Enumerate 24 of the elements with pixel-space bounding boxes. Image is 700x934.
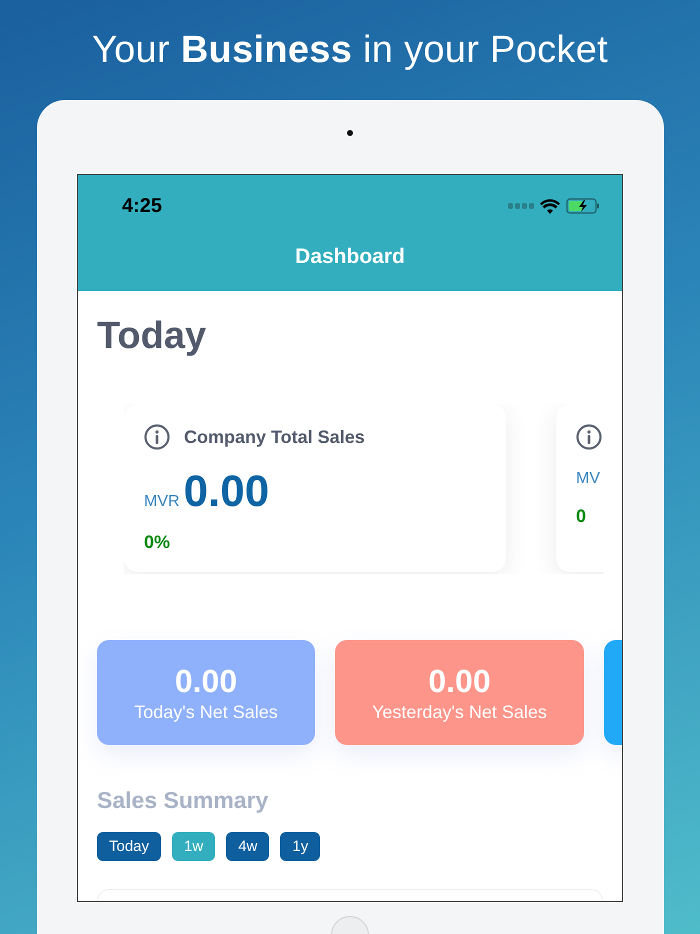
amount-value: 0.00 [184,470,270,514]
tile-label: Today's Net Sales [134,702,278,722]
battery-icon [566,198,600,214]
tile-label: Yesterday's Net Sales [372,702,547,722]
tile-value: 0.00 [174,662,238,700]
info-icon[interactable] [576,424,602,450]
screen-title: Dashboard [294,245,406,269]
section-title: Today [97,315,208,358]
headline: Your Business in your Pocket [92,28,608,73]
tile-value: 0.00 [428,662,491,700]
period-tab[interactable]: 1y [280,832,320,861]
change-percent: 0 [576,506,588,527]
card-title: Company Total Sales [184,426,365,448]
period-tab[interactable]: Today [97,832,162,861]
summary-title: Sales Summary [97,787,270,814]
info-icon[interactable] [144,424,170,450]
signal-icon [508,203,534,209]
currency-label: MV [576,470,600,488]
currency-label: MVR [144,493,180,511]
change-percent: 0% [144,532,172,553]
period-tab[interactable]: 4w [226,832,270,861]
camera-dot [347,130,353,136]
status-time: 4:25 [122,194,162,218]
wifi-icon [540,198,560,214]
